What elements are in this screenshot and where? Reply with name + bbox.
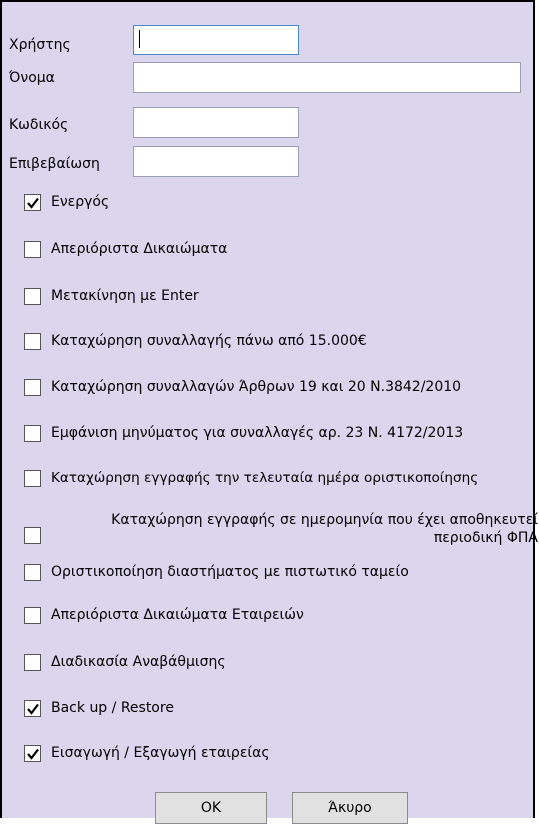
confirm-input[interactable] bbox=[133, 146, 299, 177]
checkmark-icon bbox=[27, 703, 39, 715]
confirm-label: Επιβεβαίωση bbox=[9, 156, 100, 172]
checkbox-label: Απεριόριστα Δικαιώματα bbox=[51, 241, 228, 257]
checkbox-box[interactable] bbox=[24, 700, 41, 717]
checkbox-label: Ενεργός bbox=[51, 194, 110, 210]
checkbox-label-line2: περιοδική ΦΠΑ bbox=[433, 530, 538, 546]
checkbox-finalization-credit-fund[interactable]: Οριστικοποίηση διαστήματος με πιστωτικό … bbox=[24, 564, 533, 584]
checkmark-icon bbox=[27, 197, 39, 209]
user-label: Χρήστης bbox=[9, 37, 71, 53]
user-input[interactable] bbox=[133, 25, 299, 55]
checkbox-active[interactable]: Ενεργός bbox=[24, 194, 533, 214]
checkbox-box[interactable] bbox=[24, 654, 41, 671]
checkbox-box[interactable] bbox=[24, 333, 41, 350]
checkbox-box[interactable] bbox=[24, 379, 41, 396]
password-label: Κωδικός bbox=[9, 117, 69, 133]
checkbox-box[interactable] bbox=[24, 745, 41, 762]
checkbox-transaction-over-15000[interactable]: Καταχώρηση συναλλαγής πάνω από 15.000€ bbox=[24, 333, 533, 353]
checkbox-label: Διαδικασία Αναβάθμισης bbox=[51, 654, 226, 670]
checkbox-backup-restore[interactable]: Back up / Restore bbox=[24, 700, 533, 720]
checkbox-label: Καταχώρηση συναλλαγής πάνω από 15.000€ bbox=[51, 333, 367, 349]
ok-button[interactable]: OK bbox=[155, 792, 267, 824]
checkbox-label: Back up / Restore bbox=[51, 700, 174, 716]
checkbox-label-line1: Καταχώρηση εγγραφής σε ημερομηνία που έχ… bbox=[111, 512, 538, 528]
checkmark-icon bbox=[27, 748, 39, 760]
checkbox-label-periodic-vat: Καταχώρηση εγγραφής σε ημερομηνία που έχ… bbox=[50, 511, 538, 547]
checkbox-label: Εμφάνιση μηνύματος για συναλλαγές αρ. 23… bbox=[51, 425, 464, 441]
checkbox-box[interactable] bbox=[24, 470, 41, 487]
checkbox-box[interactable] bbox=[24, 607, 41, 624]
checkbox-unlimited-rights[interactable]: Απεριόριστα Δικαιώματα bbox=[24, 241, 533, 261]
checkbox-box[interactable] bbox=[24, 194, 41, 211]
name-input[interactable] bbox=[133, 62, 521, 93]
checkbox-label: Οριστικοποίηση διαστήματος με πιστωτικό … bbox=[51, 564, 409, 580]
checkbox-box[interactable] bbox=[24, 241, 41, 258]
user-settings-dialog: Χρήστης Όνομα Κωδικός Επιβεβαίωση Ενεργό… bbox=[0, 0, 538, 824]
checkbox-box[interactable] bbox=[24, 527, 41, 544]
checkbox-label: Μετακίνηση με Enter bbox=[51, 288, 199, 304]
checkbox-box[interactable] bbox=[24, 425, 41, 442]
checkbox-upgrade-process[interactable]: Διαδικασία Αναβάθμισης bbox=[24, 654, 533, 674]
cancel-button[interactable]: Άκυρο bbox=[292, 792, 408, 824]
checkbox-message-art-23[interactable]: Εμφάνιση μηνύματος για συναλλαγές αρ. 23… bbox=[24, 425, 533, 445]
checkbox-entry-last-finalization-day[interactable]: Καταχώρηση εγγραφής την τελευταία ημέρα … bbox=[24, 470, 533, 490]
checkbox-box[interactable] bbox=[24, 564, 41, 581]
checkbox-unlimited-company-rights[interactable]: Απεριόριστα Δικαιώματα Εταιρειών bbox=[24, 607, 533, 627]
checkbox-move-with-enter[interactable]: Μετακίνηση με Enter bbox=[24, 288, 533, 308]
checkbox-label: Απεριόριστα Δικαιώματα Εταιρειών bbox=[51, 607, 304, 623]
text-caret bbox=[139, 30, 140, 48]
checkbox-articles-19-20[interactable]: Καταχώρηση συναλλαγών Άρθρων 19 και 20 Ν… bbox=[24, 379, 533, 399]
password-input[interactable] bbox=[133, 107, 299, 138]
name-label: Όνομα bbox=[9, 70, 55, 86]
checkbox-label: Εισαγωγή / Εξαγωγή εταιρείας bbox=[51, 745, 270, 761]
checkbox-label: Καταχώρηση εγγραφής την τελευταία ημέρα … bbox=[51, 470, 479, 486]
checkbox-box[interactable] bbox=[24, 288, 41, 305]
checkbox-label: Καταχώρηση συναλλαγών Άρθρων 19 και 20 Ν… bbox=[51, 379, 462, 395]
checkbox-import-export-company[interactable]: Εισαγωγή / Εξαγωγή εταιρείας bbox=[24, 745, 533, 765]
